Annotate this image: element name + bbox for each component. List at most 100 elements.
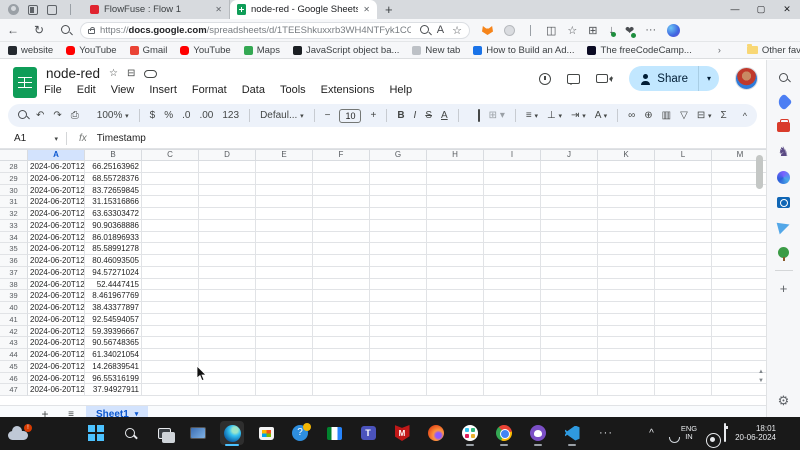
cell-a31[interactable]: 2024-06-20T12: — [28, 196, 85, 208]
cell-d43[interactable] — [199, 337, 256, 349]
cell-e47[interactable] — [256, 384, 313, 396]
favorite-star-icon[interactable]: ☆ — [452, 24, 462, 37]
address-bar[interactable]: https://docs.google.com/spreadsheets/d/1… — [80, 22, 470, 39]
language-indicator[interactable]: ENGIN — [681, 425, 697, 441]
cell-g33[interactable] — [370, 220, 427, 232]
cell-f39[interactable] — [313, 290, 370, 302]
cell-c43[interactable] — [142, 337, 199, 349]
column-header-d[interactable]: D — [199, 149, 256, 161]
cell-f37[interactable] — [313, 267, 370, 279]
close-button[interactable]: ✕ — [774, 0, 800, 19]
sidebar-search-icon[interactable] — [776, 69, 792, 85]
row-header[interactable]: 28 — [0, 161, 28, 173]
vertical-align-icon[interactable]: ⊥ ▾ — [547, 110, 562, 121]
cell-i45[interactable] — [484, 361, 541, 373]
cell-e32[interactable] — [256, 208, 313, 220]
cell-k40[interactable] — [598, 302, 655, 314]
taskbar-teams-icon[interactable]: T — [356, 421, 380, 445]
cell-a45[interactable]: 2024-06-20T12: — [28, 361, 85, 373]
cell-k45[interactable] — [598, 361, 655, 373]
cell-d39[interactable] — [199, 290, 256, 302]
video-call-icon[interactable]: ▾ — [596, 74, 614, 83]
cell-h45[interactable] — [427, 361, 484, 373]
taskbar-chrome-icon[interactable] — [492, 421, 516, 445]
bookmark-other-favorites[interactable]: Other favorites — [747, 45, 800, 56]
cell-d36[interactable] — [199, 255, 256, 267]
cell-l43[interactable] — [655, 337, 712, 349]
cell-b34[interactable]: 86.01896933 — [85, 232, 142, 244]
cell-j47[interactable] — [541, 384, 598, 396]
column-header-j[interactable]: J — [541, 149, 598, 161]
insert-link-icon[interactable]: ∞ — [628, 110, 635, 121]
column-header-i[interactable]: I — [484, 149, 541, 161]
print-icon[interactable]: ⎙ — [71, 110, 79, 121]
cell-h38[interactable] — [427, 279, 484, 291]
clock[interactable]: 18:0120-06-2024 — [735, 424, 776, 442]
cell-j32[interactable] — [541, 208, 598, 220]
text-color-button[interactable]: A — [441, 110, 448, 121]
cell-h46[interactable] — [427, 373, 484, 385]
cell-k43[interactable] — [598, 337, 655, 349]
cell-f45[interactable] — [313, 361, 370, 373]
column-header-f[interactable]: F — [313, 149, 370, 161]
bookmark-item[interactable]: How to Build an Ad... — [473, 45, 574, 56]
cell-a35[interactable]: 2024-06-20T12: — [28, 243, 85, 255]
cell-c38[interactable] — [142, 279, 199, 291]
taskbar-mcafee-icon[interactable]: M — [390, 421, 414, 445]
tab-flowfuse[interactable]: FlowFuse : Flow 1 ✕ — [83, 0, 230, 19]
cell-f42[interactable] — [313, 326, 370, 338]
cell-b41[interactable]: 92.54594057 — [85, 314, 142, 326]
cell-m32[interactable] — [712, 208, 766, 220]
taskbar-rewards-icon[interactable]: ? — [288, 421, 312, 445]
sidebar-grow-icon[interactable] — [776, 244, 792, 260]
browser-profile-icon[interactable] — [8, 4, 19, 15]
minimize-button[interactable]: — — [722, 0, 748, 19]
cell-d28[interactable] — [199, 161, 256, 173]
cell-m36[interactable] — [712, 255, 766, 267]
cell-g31[interactable] — [370, 196, 427, 208]
cell-a41[interactable]: 2024-06-20T12: — [28, 314, 85, 326]
cell-k39[interactable] — [598, 290, 655, 302]
cell-k34[interactable] — [598, 232, 655, 244]
cell-e45[interactable] — [256, 361, 313, 373]
cell-a36[interactable]: 2024-06-20T12: — [28, 255, 85, 267]
copilot-icon[interactable] — [667, 24, 680, 37]
cell-b36[interactable]: 80.46093505 — [85, 255, 142, 267]
cell-b40[interactable]: 38.43377897 — [85, 302, 142, 314]
taskbar-github-icon[interactable] — [526, 421, 550, 445]
row-header[interactable]: 32 — [0, 208, 28, 220]
increase-decimal-button[interactable]: .00 — [199, 110, 213, 121]
cell-f34[interactable] — [313, 232, 370, 244]
cell-j40[interactable] — [541, 302, 598, 314]
cell-b37[interactable]: 94.57271024 — [85, 267, 142, 279]
cell-a32[interactable]: 2024-06-20T12: — [28, 208, 85, 220]
cell-e37[interactable] — [256, 267, 313, 279]
favorites-icon[interactable]: ☆ — [567, 24, 577, 37]
cell-l40[interactable] — [655, 302, 712, 314]
row-header[interactable]: 45 — [0, 361, 28, 373]
cell-b31[interactable]: 31.15316866 — [85, 196, 142, 208]
cell-m38[interactable] — [712, 279, 766, 291]
bookmark-item[interactable]: Gmail — [130, 45, 168, 56]
cell-i34[interactable] — [484, 232, 541, 244]
formula-input[interactable]: Timestamp — [97, 133, 146, 144]
cell-a43[interactable]: 2024-06-20T12: — [28, 337, 85, 349]
cell-f36[interactable] — [313, 255, 370, 267]
cell-i35[interactable] — [484, 243, 541, 255]
bookmark-item[interactable]: YouTube — [66, 45, 116, 56]
cell-c44[interactable] — [142, 349, 199, 361]
refresh-button[interactable]: ↻ — [26, 23, 52, 37]
cell-i36[interactable] — [484, 255, 541, 267]
cell-c47[interactable] — [142, 384, 199, 396]
cell-h43[interactable] — [427, 337, 484, 349]
new-tab-button[interactable]: + — [385, 2, 393, 17]
cell-c41[interactable] — [142, 314, 199, 326]
cell-e36[interactable] — [256, 255, 313, 267]
cell-b35[interactable]: 85.58991278 — [85, 243, 142, 255]
cell-l42[interactable] — [655, 326, 712, 338]
cell-m33[interactable] — [712, 220, 766, 232]
row-header[interactable]: 39 — [0, 290, 28, 302]
sidebar-tools-icon[interactable] — [776, 119, 792, 135]
bookmark-item[interactable]: YouTube — [180, 45, 230, 56]
cell-g44[interactable] — [370, 349, 427, 361]
